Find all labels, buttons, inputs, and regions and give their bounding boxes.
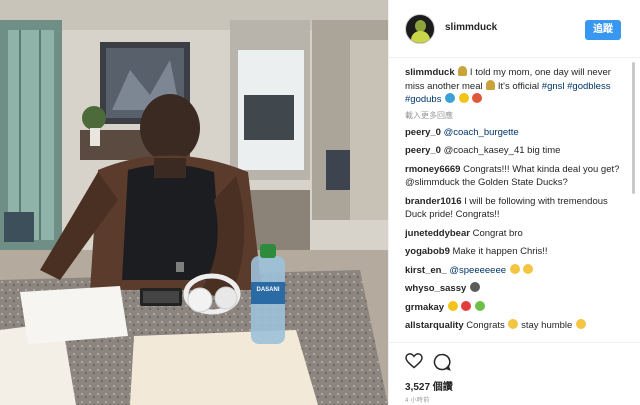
comment-username[interactable]: kirst_en_ [405, 265, 447, 276]
comment-item: kirst_en_ @speeeeeee [405, 263, 627, 278]
comment-item: peery_0 @coach_kasey_41 big time [405, 144, 627, 158]
comment-text: Congrats [466, 320, 505, 331]
praying-emoji-icon [469, 282, 480, 292]
comment-item: juneteddybear Congrat bro [405, 227, 627, 241]
follow-button[interactable]: 追蹤 [585, 20, 621, 40]
comment-item: allstarquality Congrats stay humble [405, 319, 627, 333]
comment-username[interactable]: yogabob9 [405, 246, 450, 257]
smiling-emoji-icon [575, 319, 586, 329]
load-more-comments[interactable]: 載入更多回應 [405, 110, 627, 122]
comment-username[interactable]: grmakay [405, 302, 444, 313]
comment-username[interactable]: peery_0 [405, 127, 441, 138]
comment-username[interactable]: whyso_sassy [405, 283, 466, 294]
basketball-emoji-icon [472, 93, 483, 103]
comment-text: Congrat bro [472, 227, 523, 239]
bell-emoji-icon [458, 66, 468, 76]
comment-username[interactable]: brander1016 [405, 196, 462, 207]
comment-text: Make it happen Chris!! [452, 246, 548, 257]
caption-text-2: It's official [497, 80, 540, 92]
yellow-heart-emoji-icon [447, 300, 458, 311]
like-count[interactable]: 3,527 個讚 [405, 378, 453, 393]
comment-username[interactable]: allstarquality [405, 320, 464, 331]
comments-feed: slimmduck I told my mom, one day will ne… [405, 66, 627, 342]
post-sidebar: slimmduck 追蹤 slimmduck I told my mom, on… [388, 0, 640, 405]
caption-username[interactable]: slimmduck [405, 67, 455, 78]
post-actions: 3,527 個讚 4 小時前 [389, 342, 640, 404]
bell-emoji-icon [486, 79, 496, 90]
astonished-emoji-icon [523, 263, 534, 274]
comment-item: brander1016 I will be following with tre… [405, 195, 627, 222]
speech-bubble-icon[interactable] [433, 353, 451, 376]
post-time: 4 小時前 [405, 398, 430, 404]
comment-item: rmoney6669 Congrats!!! What kinda deal y… [405, 163, 627, 190]
post-caption: slimmduck I told my mom, one day will ne… [405, 66, 627, 107]
comment-text: @coach_kasey_41 big time [443, 145, 561, 156]
comment-item: yogabob9 Make it happen Chris!! [405, 245, 627, 259]
avatar-body [411, 31, 430, 43]
comment-text: @coach_burgette [443, 126, 519, 138]
heart-outline-icon[interactable] [405, 353, 423, 374]
smiling-emoji-icon [508, 319, 519, 329]
comment-username[interactable]: rmoney6669 [405, 164, 460, 175]
yellow-heart-emoji-icon [458, 93, 469, 103]
comment-item: peery_0 @coach_burgette [405, 126, 627, 140]
post-username[interactable]: slimmduck [445, 22, 497, 33]
instagram-post-window: DASANI slimmduck 追蹤 slimmduck I told my … [0, 0, 640, 405]
comment-text: stay humble [521, 320, 573, 331]
red-heart-emoji-icon [461, 300, 472, 311]
avatar[interactable] [405, 14, 435, 44]
comment-text: @speeeeeee [449, 264, 507, 276]
blue-heart-emoji-icon [445, 93, 456, 103]
astonished-emoji-icon [509, 263, 520, 274]
comment-username[interactable]: juneteddybear [405, 228, 470, 239]
bottle-label: DASANI [256, 287, 280, 293]
comment-item: whyso_sassy [405, 282, 627, 296]
scrollbar-thumb[interactable] [632, 62, 635, 194]
post-photo: DASANI [0, 0, 388, 405]
post-header: slimmduck 追蹤 [389, 0, 640, 58]
comment-item: grmakay [405, 300, 627, 315]
comment-username[interactable]: peery_0 [405, 145, 441, 156]
green-heart-emoji-icon [475, 300, 486, 311]
